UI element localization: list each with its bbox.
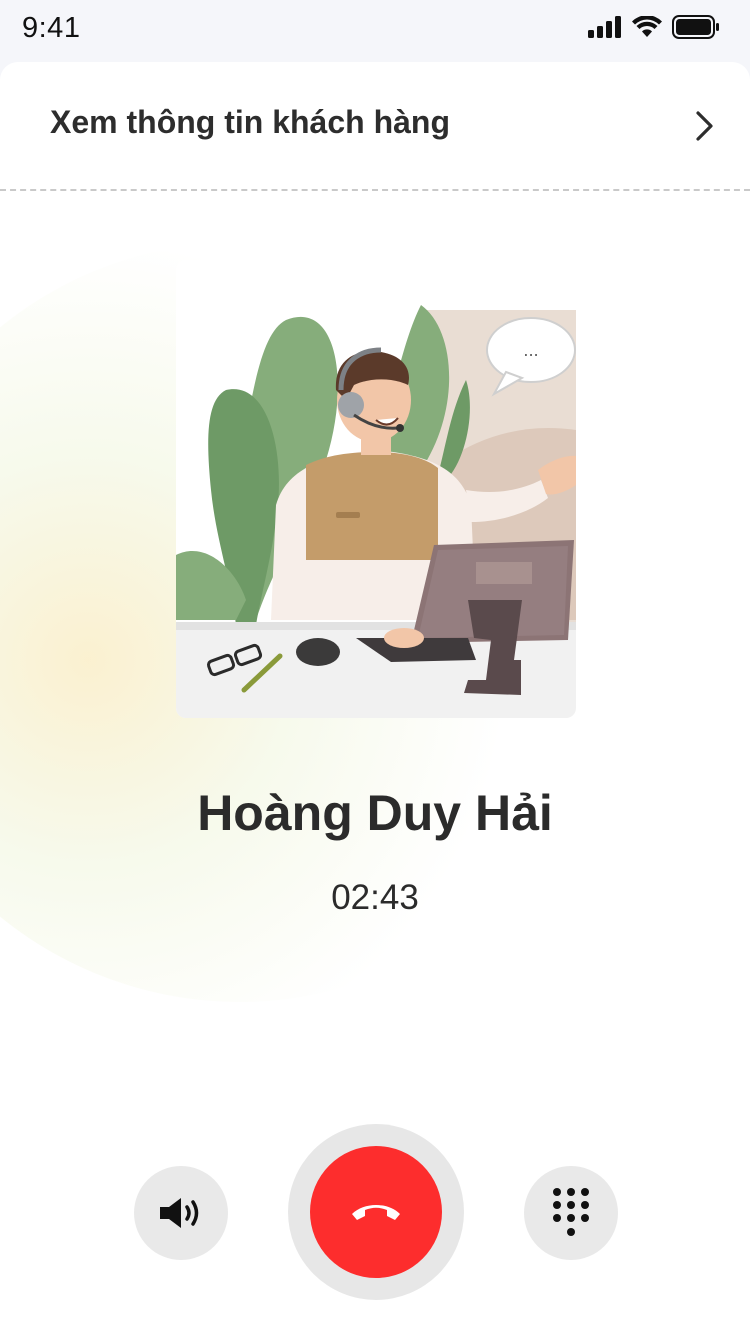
keypad-button[interactable]: [524, 1166, 618, 1260]
speech-bubble-text: ...: [523, 341, 538, 360]
chevron-right-icon: [696, 111, 713, 141]
status-time: 9:41: [22, 12, 81, 44]
call-duration: 02:43: [331, 878, 419, 917]
hang-up-icon: [352, 1205, 400, 1220]
speaker-icon: [160, 1198, 199, 1228]
cellular-signal-icon: [588, 16, 621, 38]
support-agent-illustration: ...: [176, 260, 576, 718]
status-icons: [588, 15, 720, 39]
status-bar: 9:41: [0, 0, 750, 62]
caller-name: Hoàng Duy Hải: [197, 785, 553, 841]
dashed-divider: [0, 189, 750, 191]
keypad-icon: [553, 1188, 589, 1236]
call-screen: Xem thông tin khách hàng ... Hoàng Duy H…: [0, 62, 750, 1334]
customer-info-row[interactable]: Xem thông tin khách hàng: [0, 62, 750, 190]
end-call-button[interactable]: [310, 1146, 442, 1278]
end-call-ring: [288, 1124, 464, 1300]
speaker-button[interactable]: [134, 1166, 228, 1260]
wifi-icon: [632, 16, 662, 37]
customer-info-label: Xem thông tin khách hàng: [50, 104, 451, 140]
battery-icon: [672, 15, 719, 39]
